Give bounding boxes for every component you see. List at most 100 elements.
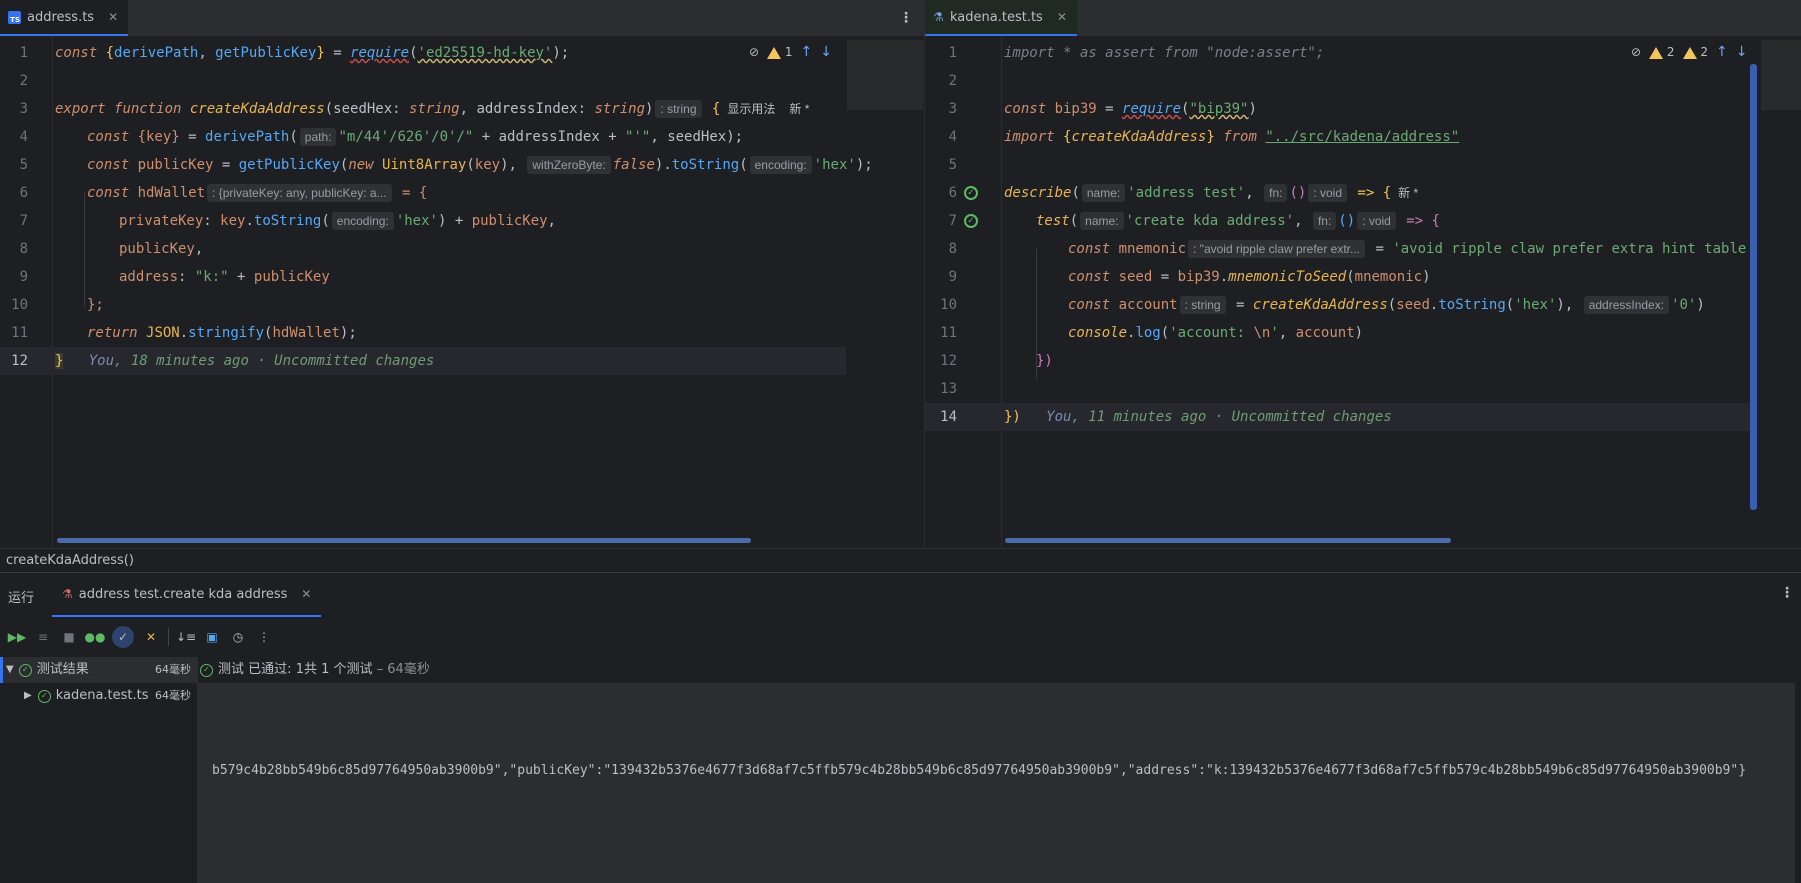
line-number[interactable]: 12: [925, 347, 957, 375]
code-line-7[interactable]: test(name:'create kda address', fn:(): v…: [1036, 207, 1440, 235]
toggle-auto-test-icon[interactable]: ●●: [85, 628, 106, 646]
code-line-14[interactable]: }) You, 11 minutes ago · Uncommitted cha…: [1004, 403, 1392, 431]
chevron-right-icon[interactable]: ▶: [24, 683, 32, 709]
code-line-9[interactable]: address: "k:" + publicKey: [119, 263, 330, 291]
line-number[interactable]: 10: [925, 291, 957, 319]
line-number[interactable]: 7: [925, 207, 957, 235]
type-hint: : string: [1179, 296, 1226, 314]
tree-item-test-file[interactable]: ▶ ✓ kadena.test.ts 64毫秒: [0, 683, 197, 709]
show-ignored-icon[interactable]: ✕: [142, 628, 160, 646]
code-line-5[interactable]: const publicKey = getPublicKey(new Uint8…: [87, 151, 873, 179]
code-line-1[interactable]: const {derivePath, getPublicKey} = requi…: [55, 39, 569, 67]
sort-icon[interactable]: ↓≡: [176, 628, 196, 646]
code-line-12[interactable]: }): [1036, 347, 1053, 375]
code-line-10[interactable]: const account: string = createKdaAddress…: [1068, 291, 1705, 319]
author-hint[interactable]: 新 *: [784, 100, 814, 118]
horizontal-scrollbar[interactable]: [57, 538, 751, 543]
line-number[interactable]: 1: [925, 39, 957, 67]
code-line-12[interactable]: } You, 18 minutes ago · Uncommitted chan…: [55, 347, 434, 375]
code-line-11[interactable]: console.log('account: \n', account): [1068, 319, 1363, 347]
console-output[interactable]: b579c4b28bb549b6c85d97764950ab3900b9","p…: [198, 683, 1795, 883]
previous-highlight-arrow-icon[interactable]: ↑: [801, 44, 813, 60]
next-highlight-arrow-icon[interactable]: ↓: [820, 44, 832, 60]
code-line-4[interactable]: import {createKdaAddress} from "../src/k…: [1004, 123, 1459, 151]
test-config-icon: ⚗: [62, 587, 73, 601]
minimap[interactable]: [1761, 40, 1801, 110]
close-icon[interactable]: ✕: [1057, 10, 1067, 24]
line-number[interactable]: 9: [925, 263, 957, 291]
run-test-passed-icon[interactable]: ✓: [964, 186, 978, 200]
code-line-6[interactable]: const hdWallet: {privateKey: any, public…: [87, 179, 427, 207]
line-number[interactable]: 8: [0, 235, 28, 263]
git-blame-annotation: You, 18 minutes ago · Uncommitted change…: [88, 353, 435, 369]
line-number[interactable]: 6: [925, 179, 957, 207]
import-tests-icon[interactable]: ▣: [203, 628, 221, 646]
code-line-7[interactable]: privateKey: key.toString(encoding:'hex')…: [119, 207, 556, 235]
line-number[interactable]: 5: [925, 151, 957, 179]
close-icon[interactable]: ✕: [301, 587, 311, 601]
line-number[interactable]: 8: [925, 235, 957, 263]
code-line-6[interactable]: describe(name:'address test', fn:(): voi…: [1004, 179, 1425, 207]
run-panel-title: 运行: [8, 591, 35, 606]
line-number[interactable]: 7: [0, 207, 28, 235]
line-number[interactable]: 10: [0, 291, 28, 319]
tab-label: kadena.test.ts: [950, 9, 1043, 25]
line-number[interactable]: 4: [0, 123, 28, 151]
code-line-11[interactable]: return JSON.stringify(hdWallet);: [87, 319, 357, 347]
code-line-3[interactable]: const bip39 = require("bip39"): [1004, 95, 1257, 123]
inspection-widget[interactable]: ⊘ 2 2 ↑ ↓: [1631, 44, 1747, 60]
tab-address-ts[interactable]: TS address.ts ✕: [0, 0, 129, 36]
show-passed-icon[interactable]: ✓: [112, 626, 134, 648]
code-line-3[interactable]: export function createKdaAddress(seedHex…: [55, 95, 816, 123]
test-passed-icon: ✓: [37, 689, 51, 703]
vertical-scrollbar[interactable]: [1750, 64, 1757, 510]
minimap[interactable]: [847, 40, 923, 110]
next-highlight-arrow-icon[interactable]: ↓: [1736, 44, 1748, 60]
line-number[interactable]: 14: [925, 403, 957, 431]
history-icon[interactable]: ◷: [229, 628, 247, 646]
line-number[interactable]: 3: [925, 95, 957, 123]
hide-inlay-hints-icon[interactable]: ⊘: [749, 45, 759, 59]
code-line-10[interactable]: };: [87, 291, 104, 319]
run-test-passed-icon[interactable]: ✓: [964, 214, 978, 228]
tab-run-configuration[interactable]: ⚗ address test.create kda address ✕: [52, 573, 322, 617]
tree-item-root[interactable]: ▼ ✓ 测试结果 64毫秒: [0, 657, 197, 683]
line-number[interactable]: 9: [0, 263, 28, 291]
line-number[interactable]: 11: [925, 319, 957, 347]
param-hint-name: name:: [1080, 212, 1124, 230]
tab-kadena-test-ts[interactable]: ⚗ kadena.test.ts ✕: [925, 0, 1077, 36]
line-number[interactable]: 2: [925, 67, 957, 95]
code-line-4[interactable]: const {key} = derivePath(path: "m/44'/626…: [87, 123, 743, 151]
chevron-down-icon[interactable]: ▼: [6, 657, 14, 683]
line-number[interactable]: 11: [0, 319, 28, 347]
inspection-widget[interactable]: ⊘ 1 ↑ ↓: [749, 44, 832, 60]
author-hint[interactable]: 新 *: [1393, 184, 1423, 202]
line-number[interactable]: 6: [0, 179, 28, 207]
line-number[interactable]: 4: [925, 123, 957, 151]
git-blame-annotation: You, 11 minutes ago · Uncommitted change…: [1046, 409, 1392, 425]
line-number[interactable]: 1: [0, 39, 28, 67]
line-number[interactable]: 5: [0, 151, 28, 179]
line-number[interactable]: 12: [0, 347, 28, 375]
rerun-failed-icon[interactable]: ≡: [34, 628, 52, 646]
previous-highlight-arrow-icon[interactable]: ↑: [1716, 44, 1728, 60]
line-number[interactable]: 3: [0, 95, 28, 123]
more-options-icon[interactable]: ⋮: [1780, 585, 1794, 601]
more-icon[interactable]: ⋮: [255, 628, 273, 646]
line-number[interactable]: 13: [925, 375, 957, 403]
code-line-1[interactable]: import * as assert from "node:assert";: [1004, 39, 1324, 67]
code-line-8[interactable]: const mnemonic: "avoid ripple claw prefe…: [1068, 235, 1746, 263]
typescript-file-icon: TS: [8, 10, 21, 24]
usages-link[interactable]: 显示用法: [722, 100, 780, 118]
code-line-9[interactable]: const seed = bip39.mnemonicToSeed(mnemon…: [1068, 263, 1431, 291]
close-icon[interactable]: ✕: [108, 10, 118, 24]
horizontal-scrollbar[interactable]: [1005, 538, 1451, 543]
hide-inlay-hints-icon[interactable]: ⊘: [1631, 45, 1641, 59]
stop-icon[interactable]: ■: [60, 628, 78, 646]
code-line-8[interactable]: publicKey,: [119, 235, 203, 263]
breadcrumb[interactable]: createKdaAddress(): [0, 548, 1801, 572]
return-type-hint: : void: [1357, 212, 1396, 230]
rerun-icon[interactable]: ▶▶: [8, 628, 26, 646]
line-number[interactable]: 2: [0, 67, 28, 95]
more-options-icon[interactable]: ⋮: [899, 10, 913, 26]
